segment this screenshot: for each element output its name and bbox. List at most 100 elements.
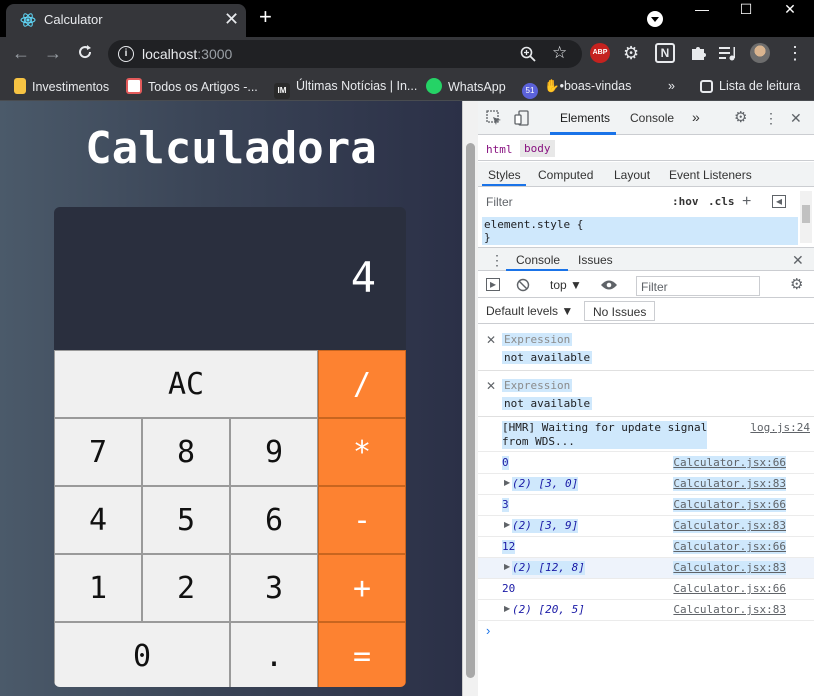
console-settings-icon[interactable]: ⚙ [790,277,803,292]
settings-gear-icon[interactable]: ⚙ [734,110,747,125]
bookmarks-overflow[interactable]: » [668,78,675,94]
log-source-link[interactable]: Calculator.jsx:83 [673,519,786,533]
tab-layout[interactable]: Layout [614,168,650,182]
digit-4-button[interactable]: 4 [54,486,142,554]
tab-computed[interactable]: Computed [538,168,593,182]
log-message[interactable]: (2) [20, 5] [512,603,585,617]
remove-expression-icon[interactable]: ✕ [486,333,496,347]
clear-button[interactable]: AC [54,350,318,418]
crumb-body[interactable]: body [520,140,555,157]
expand-triangle-icon[interactable]: ▶ [504,562,510,571]
minimize-button[interactable]: — [680,0,724,30]
digit-1-button[interactable]: 1 [54,554,142,622]
digit-2-button[interactable]: 2 [142,554,230,622]
log-source-link[interactable]: Calculator.jsx:66 [673,582,786,596]
tab-calculator[interactable]: Calculator ✕ [6,4,246,37]
log-source-link[interactable]: Calculator.jsx:66 [673,498,786,512]
log-source-link[interactable]: Calculator.jsx:83 [673,477,786,491]
close-drawer-icon[interactable]: ✕ [792,253,804,267]
zoom-icon[interactable] [520,46,536,62]
log-source-link[interactable]: log.js:24 [750,421,810,435]
element-style-rule[interactable]: element.style { } [482,217,798,245]
log-message[interactable]: (2) [3, 9] [512,519,579,533]
adblock-icon[interactable]: ABP [590,43,610,63]
more-tabs-icon[interactable]: » [692,109,700,125]
notion-icon[interactable]: N [655,43,675,63]
expression-label[interactable]: Expression [502,333,573,346]
expression-label[interactable]: Expression [502,379,573,392]
digit-0-button[interactable]: 0 [54,622,230,687]
digit-8-button[interactable]: 8 [142,418,230,486]
crumb-html[interactable]: html [486,143,513,156]
issues-button[interactable]: No Issues [584,301,656,321]
site-info-icon[interactable]: i [118,46,134,62]
devtools-menu-icon[interactable]: ⋮ [764,111,778,125]
divide-button[interactable]: / [318,350,406,418]
tab-close-icon[interactable]: ✕ [224,10,239,28]
minus-button[interactable]: - [318,486,406,554]
page-scrollbar[interactable] [462,101,478,696]
console-filter-input[interactable]: Filter [636,276,760,296]
bookmark-whatsapp[interactable]: WhatsApp [426,78,506,95]
reload-icon[interactable] [76,43,94,61]
bookmark-star-icon[interactable]: ☆ [552,43,567,63]
new-tab-button[interactable]: + [259,4,272,30]
log-source-link[interactable]: Calculator.jsx:83 [673,603,786,617]
media-queue-icon[interactable] [717,43,737,63]
close-devtools-icon[interactable]: ✕ [790,111,802,125]
log-source-link[interactable]: Calculator.jsx:66 [673,540,786,554]
log-source-link[interactable]: Calculator.jsx:66 [673,456,786,470]
multiply-button[interactable]: * [318,418,406,486]
console-prompt[interactable]: › [486,623,490,638]
back-icon[interactable]: ← [12,43,30,63]
live-expression-eye-icon[interactable] [600,279,618,291]
digit-5-button[interactable]: 5 [142,486,230,554]
bookmark-ultimas-noticias[interactable]: IM Últimas Notícias | In... [274,78,417,99]
context-select[interactable]: top ▼ [550,278,582,292]
new-style-rule-icon[interactable]: + [742,194,751,210]
drawer-tab-issues[interactable]: Issues [578,253,613,267]
page-scrollbar-thumb[interactable] [466,143,475,678]
tab-console[interactable]: Console [630,111,674,125]
reading-list[interactable]: Lista de leitura [700,78,800,94]
styles-scroll-thumb[interactable] [802,205,810,223]
profile-avatar[interactable] [750,43,770,63]
device-toolbar-icon[interactable] [514,110,530,126]
forward-icon[interactable]: → [44,43,62,63]
tab-event-listeners[interactable]: Event Listeners [669,168,752,182]
tab-styles[interactable]: Styles [488,168,521,182]
clear-console-icon[interactable] [516,278,530,292]
digit-3-button[interactable]: 3 [230,554,318,622]
styles-filter-input[interactable]: Filter [482,192,660,212]
hov-toggle[interactable]: :hov [672,195,699,208]
inspect-element-icon[interactable] [486,110,502,126]
drawer-menu-icon[interactable]: ⋮ [490,253,504,267]
log-levels-select[interactable]: Default levels ▼ [486,304,573,318]
toggle-sidebar-icon[interactable]: ◂ [772,195,786,208]
maximize-button[interactable]: ☐ [724,0,768,30]
styles-scrollbar[interactable] [800,191,812,243]
cls-toggle[interactable]: .cls [708,195,735,208]
remove-expression-icon[interactable]: ✕ [486,379,496,393]
bookmark-investimentos[interactable]: Investimentos [14,78,109,95]
bookmark-todos-artigos[interactable]: Todos os Artigos -... [126,78,258,95]
log-message[interactable]: (2) [12, 8] [512,561,585,575]
digit-7-button[interactable]: 7 [54,418,142,486]
bookmark-boas-vindas[interactable]: 51 ✋•boas-vindas [522,78,631,99]
expand-triangle-icon[interactable]: ▶ [504,478,510,487]
console-sidebar-icon[interactable]: ▸ [486,278,500,291]
drawer-tab-console[interactable]: Console [516,253,560,267]
equals-button[interactable]: = [318,622,406,687]
digit-6-button[interactable]: 6 [230,486,318,554]
log-source-link[interactable]: Calculator.jsx:83 [673,561,786,575]
close-window-button[interactable]: ✕ [768,0,812,30]
expand-triangle-icon[interactable]: ▶ [504,520,510,529]
extensions-puzzle-icon[interactable] [688,43,708,63]
log-message[interactable]: (2) [3, 0] [512,477,579,491]
address-bar[interactable]: i localhost:3000 ☆ [108,40,582,68]
digit-9-button[interactable]: 9 [230,418,318,486]
browser-menu-icon[interactable]: ⋮ [786,43,806,63]
expand-triangle-icon[interactable]: ▶ [504,604,510,613]
gear-extension-icon[interactable]: ⚙ [623,43,643,63]
tab-search-icon[interactable] [646,10,664,28]
